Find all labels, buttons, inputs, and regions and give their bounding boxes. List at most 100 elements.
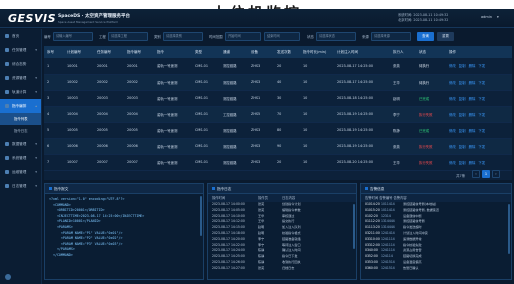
log-header: 操作时间 操作员 日志内容 <box>208 194 356 202</box>
table-cell: 20007 <box>94 154 124 171</box>
table-cell: 姿轨一号遥测 <box>154 154 192 171</box>
row-action-link[interactable]: 复制 <box>459 129 466 133</box>
row-action-link[interactable]: 删除 <box>469 64 476 68</box>
row-action-link[interactable]: 下发 <box>478 161 485 165</box>
sidebar: 首页 任务管理 ▾ 综合态势 资源管理 ▾ 轨道计算 ▾ 指令编排 ▴ 指令列表 指令日… <box>0 29 42 284</box>
filter-id-input[interactable]: 请输入编号 <box>53 32 93 41</box>
table-cell: ZHS1 <box>248 90 274 107</box>
column-header: 计划编号 <box>64 46 94 58</box>
row-action-link[interactable]: 复制 <box>459 113 466 117</box>
table-row[interactable]: 4 10004 20004 20004 姿轨一号遥测 CMS-01 工控链路 ZHS5 70 10… <box>44 106 512 123</box>
scrollbar[interactable] <box>508 204 510 254</box>
row-action-link[interactable]: 修改 <box>449 113 456 117</box>
command-table: 序号 计划编号 任务编号 指令编号 指令 类型 通道 设备 发送次数 指令时长(min) 计划注入时… <box>44 46 512 180</box>
row-action-link[interactable]: 下发 <box>478 113 485 117</box>
app-subtitle: Space Asset Management Service Platform <box>58 20 119 24</box>
code-line: </COMMAND> <box>49 252 73 257</box>
user-menu[interactable]: admin <box>481 15 492 19</box>
row-action-link[interactable]: 修改 <box>449 64 456 68</box>
row-action-link[interactable]: 删除 <box>469 161 476 165</box>
row-action-link[interactable]: 修改 <box>449 161 456 165</box>
row-action-link[interactable]: 修改 <box>449 145 456 149</box>
filter-start-time[interactable]: 开始时间 <box>225 32 261 41</box>
row-action-link[interactable]: 删除 <box>469 145 476 149</box>
command-icon <box>5 103 9 108</box>
collapse-icon[interactable] <box>5 274 11 280</box>
sidebar-item-label: 综合态势 <box>12 62 27 66</box>
sidebar-item-orbit[interactable]: 轨道计算 ▾ <box>0 85 41 99</box>
filter-end-time[interactable]: 结束时间 <box>264 32 300 41</box>
sidebar-item-situation[interactable]: 综合态势 <box>0 57 41 71</box>
sidebar-subitem-command-log[interactable]: 指令日志 <box>0 125 41 137</box>
table-cell: 待执行 <box>416 74 446 91</box>
sidebar-item-data[interactable]: 数据管理 ▾ <box>0 137 41 151</box>
row-action-link[interactable]: 下发 <box>478 81 485 85</box>
row-action-link[interactable]: 复制 <box>459 145 466 149</box>
table-row[interactable]: 6 10006 20006 20006 姿轨一号遥测 CMS-01 测控链路 ZHS3 90 10… <box>44 138 512 155</box>
row-action-link[interactable]: 复制 <box>459 64 466 68</box>
row-action-link[interactable]: 复制 <box>459 81 466 85</box>
column-header: 计划注入时间 <box>334 46 390 58</box>
table-row[interactable]: 5 10005 20005 20005 姿轨一号遥测 CMS-01 测控链路 ZHS3 80 10… <box>44 122 512 139</box>
table-cell: 10 <box>300 74 334 91</box>
filter-status-select[interactable]: 请选择状态 <box>316 32 356 41</box>
alarm-cell: 设备通信中断 <box>403 213 422 218</box>
log-cell: 2023-08-17 14:27:00 <box>212 265 245 270</box>
row-action-link[interactable]: 复制 <box>459 97 466 101</box>
table-cell: 10005 <box>64 122 94 139</box>
sidebar-item-label: 资源管理 <box>12 76 27 80</box>
row-action-link[interactable]: 删除 <box>469 113 476 117</box>
sidebar-item-ops[interactable]: 运维管理 ▾ <box>0 165 41 179</box>
sidebar-item-commands[interactable]: 指令编排 ▴ <box>0 99 41 113</box>
row-action-link[interactable]: 删除 <box>469 97 476 101</box>
row-action-link[interactable]: 下发 <box>478 97 485 101</box>
query-button[interactable]: 查询 <box>417 32 434 41</box>
table-cell: 20003 <box>124 90 154 107</box>
table-cell: ZHS3 <box>248 74 274 91</box>
column-header: 指令 <box>154 46 192 58</box>
row-action-link[interactable]: 修改 <box>449 81 456 85</box>
filter-category-select[interactable]: 请选择类别 <box>163 32 203 41</box>
row-action-link[interactable]: 下发 <box>478 129 485 133</box>
row-action-link[interactable]: 修改 <box>449 97 456 101</box>
row-action-link[interactable]: 复制 <box>459 161 466 165</box>
sidebar-item-home[interactable]: 首页 <box>0 29 41 43</box>
sidebar-item-system[interactable]: 系统管理 ▾ <box>0 151 41 165</box>
row-action-link[interactable]: 删除 <box>469 129 476 133</box>
table-row[interactable]: 7 10007 20007 20007 姿轨一号遥测 CMS-01 测控链路 ZHS3 20 10… <box>44 154 512 171</box>
prev-page-button[interactable]: ‹ <box>472 170 480 178</box>
table-row[interactable]: 1 10001 20001 20001 姿轨一号遥测 CMS-01 测控链路 ZHS3 20 10… <box>44 58 512 75</box>
sidebar-item-tasks[interactable]: 任务管理 ▾ <box>0 43 41 57</box>
chevron-down-icon[interactable]: ▾ <box>497 15 499 19</box>
scrollbar[interactable] <box>353 204 355 249</box>
gear-icon <box>5 155 9 160</box>
table-cell: 20005 <box>94 122 124 139</box>
filter-source-select[interactable]: 请选择来源 <box>371 32 411 41</box>
table-row[interactable]: 3 10003 20003 20003 姿轨一号遥测 CMS-01 测控链路 ZHS1 30 10… <box>44 90 512 107</box>
filter-project-select[interactable]: 请选择工程 <box>108 32 148 41</box>
chevron-up-icon: ▴ <box>35 104 37 108</box>
row-action-link[interactable]: 下发 <box>478 64 485 68</box>
sidebar-item-resources[interactable]: 资源管理 ▾ <box>0 71 41 85</box>
row-action-link[interactable]: 下发 <box>478 145 485 149</box>
chevron-down-icon: ▾ <box>35 90 37 94</box>
page-number-button[interactable]: 1 <box>482 170 490 178</box>
next-page-button[interactable]: › <box>492 170 500 178</box>
table-cell: ZHS3 <box>248 154 274 171</box>
table-cell: CMS-01 <box>192 58 220 75</box>
column-header: 设备 <box>248 46 274 58</box>
row-action-link[interactable]: 修改 <box>449 129 456 133</box>
table-cell: 30 <box>274 90 300 107</box>
table-cell: 6 <box>44 138 64 155</box>
table-cell: 10 <box>300 106 334 123</box>
sidebar-subitem-command-list[interactable]: 指令列表 <box>0 113 41 125</box>
table-cell: 7 <box>44 154 64 171</box>
reset-button[interactable]: 重置 <box>437 32 454 41</box>
sidebar-item-logs[interactable]: 日志管理 ▾ <box>0 179 41 193</box>
table-cell: 10 <box>300 154 334 171</box>
table-row[interactable]: 2 10002 20002 20002 姿轨一号遥测 CMS-01 测控链路 ZHS3 40 10… <box>44 74 512 91</box>
row-action-link[interactable]: 删除 <box>469 81 476 85</box>
scrollbar[interactable] <box>200 196 202 236</box>
table-cell: ZHS5 <box>248 106 274 123</box>
table-cell: 执行失败 <box>416 106 446 123</box>
